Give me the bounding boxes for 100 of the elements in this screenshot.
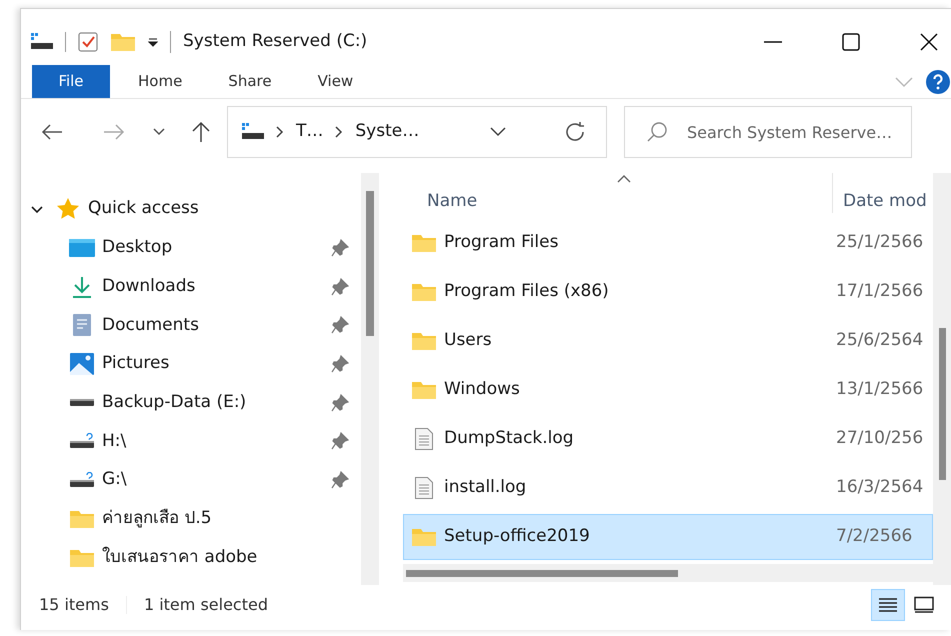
star-icon [56, 197, 80, 221]
tree-label: Backup-Data (E:) [102, 391, 246, 414]
file-name: Windows [444, 378, 521, 402]
pin-icon[interactable] [331, 432, 349, 450]
tree-item[interactable]: G:\ [21, 468, 361, 492]
tree-label: Quick access [88, 197, 199, 220]
ribbon-tab[interactable]: View [300, 65, 372, 98]
date-cell-text: 27/10/256 [836, 427, 924, 450]
back-arrow-icon[interactable] [41, 123, 63, 141]
search-field[interactable]: Search System Reserve… [624, 106, 912, 158]
tree-item[interactable]: Quick access [21, 197, 361, 221]
folder-icon [411, 527, 437, 547]
ribbon-tab[interactable]: Home [120, 65, 200, 98]
tree-item[interactable]: Desktop [21, 236, 361, 260]
pin-icon[interactable] [331, 316, 349, 334]
tree-item[interactable]: ค่ายลูกเสือ ป.5 [21, 506, 361, 531]
scrollbar[interactable] [361, 173, 379, 585]
network-drive-icon [69, 433, 95, 450]
tree-label: G:\ [102, 468, 127, 492]
ribbon-tab[interactable]: Share [210, 65, 290, 98]
date-cell-text: 7/2/2566 [836, 525, 912, 548]
chevron-right-icon[interactable] [335, 126, 344, 138]
folder-icon [411, 331, 437, 351]
details-view-button[interactable] [871, 589, 905, 621]
breadcrumb-item[interactable]: T… [296, 119, 324, 145]
drive-icon[interactable] [31, 33, 53, 51]
ribbon-tab[interactable]: File [32, 65, 110, 98]
search-icon [646, 121, 668, 143]
tree-label: Desktop [102, 236, 172, 260]
dropdown-icon[interactable] [148, 37, 158, 47]
scrollbar[interactable] [933, 173, 951, 585]
up-arrow-icon[interactable] [191, 121, 211, 143]
breadcrumb-item[interactable]: Syste… [355, 119, 420, 145]
window-title: System Reserved (C:) [183, 30, 368, 54]
checkbox-icon[interactable] [78, 31, 98, 53]
document-icon [414, 427, 434, 451]
pin-icon[interactable] [331, 239, 349, 257]
tree-label: ค่ายลูกเสือ ป.5 [102, 507, 212, 530]
drive-icon [242, 123, 264, 141]
drive-icon [69, 398, 95, 407]
date-cell-text: 16/3/2564 [836, 476, 924, 500]
documents-icon [72, 313, 92, 338]
folder-icon [69, 508, 95, 529]
download-icon [70, 274, 94, 299]
tree-label: H:\ [102, 430, 126, 453]
chevron-down-icon[interactable] [490, 127, 506, 137]
item-count: 15 items [39, 594, 109, 616]
address-bar[interactable]: T… Syste… [227, 106, 607, 158]
tree-label: Pictures [102, 352, 170, 376]
column-header[interactable]: Date mod [843, 188, 927, 214]
refresh-icon[interactable] [564, 121, 586, 143]
pin-icon[interactable] [331, 355, 349, 374]
file-name: Program Files (x86) [444, 280, 610, 304]
tree-item[interactable]: Pictures [21, 352, 361, 376]
file-row[interactable]: Setup-office2019 7/2/2566 [403, 514, 933, 560]
file-row[interactable]: Program Files 25/1/2566 [403, 220, 933, 266]
file-row[interactable]: Users 25/6/2564 [403, 318, 933, 364]
file-name: install.log [444, 476, 528, 500]
close-icon[interactable] [920, 33, 938, 51]
tree-item[interactable]: H:\ [21, 429, 361, 454]
tree-item[interactable]: ใบเสนอราคา adobe [21, 546, 361, 570]
pin-icon[interactable] [331, 394, 349, 412]
pin-icon[interactable] [331, 278, 349, 296]
chevron-right-icon[interactable] [276, 126, 284, 138]
column-header[interactable]: Name [427, 188, 832, 214]
folder-icon [411, 282, 437, 302]
folder-icon [411, 380, 437, 400]
desktop-icon [69, 238, 95, 258]
scrollbar[interactable] [403, 564, 933, 582]
network-drive-icon [69, 472, 95, 488]
tree-item[interactable]: Backup-Data (E:) [21, 390, 361, 415]
folder-icon [411, 233, 437, 253]
file-row[interactable]: DumpStack.log 27/10/256 [403, 416, 933, 462]
list-view-icon [877, 596, 899, 614]
file-row[interactable]: install.log 16/3/2564 [403, 465, 933, 511]
new-folder-icon [110, 32, 136, 52]
file-name: DumpStack.log [444, 427, 575, 450]
expand-chevron-icon[interactable] [31, 204, 43, 214]
chevron-down-icon[interactable] [153, 128, 165, 136]
file-name: Users [444, 329, 493, 352]
file-name: Setup-office2019 [444, 525, 591, 548]
sort-ascending-icon [617, 175, 631, 183]
date-cell-text: 25/1/2566 [836, 231, 924, 254]
date-cell-text: 13/1/2566 [836, 378, 924, 402]
tree-label: Downloads [102, 274, 196, 298]
tree-label: Documents [102, 314, 199, 337]
tree-label: ใบเสนอราคา adobe [102, 546, 258, 569]
tree-item[interactable]: Documents [21, 313, 361, 338]
folder-icon [69, 548, 95, 568]
maximize-icon[interactable] [842, 33, 860, 51]
tree-item[interactable]: Downloads [21, 274, 361, 299]
file-row[interactable]: Windows 13/1/2566 [403, 367, 933, 413]
selection-status: 1 item selected [144, 594, 268, 616]
file-name: Program Files [444, 231, 560, 254]
pin-icon[interactable] [331, 471, 349, 490]
pictures-icon [69, 352, 95, 376]
date-cell-text: 25/6/2564 [836, 329, 924, 352]
help-icon[interactable] [925, 68, 951, 94]
large-icon-view-icon [913, 596, 935, 614]
file-row[interactable]: Program Files (x86) 17/1/2566 [403, 269, 933, 315]
